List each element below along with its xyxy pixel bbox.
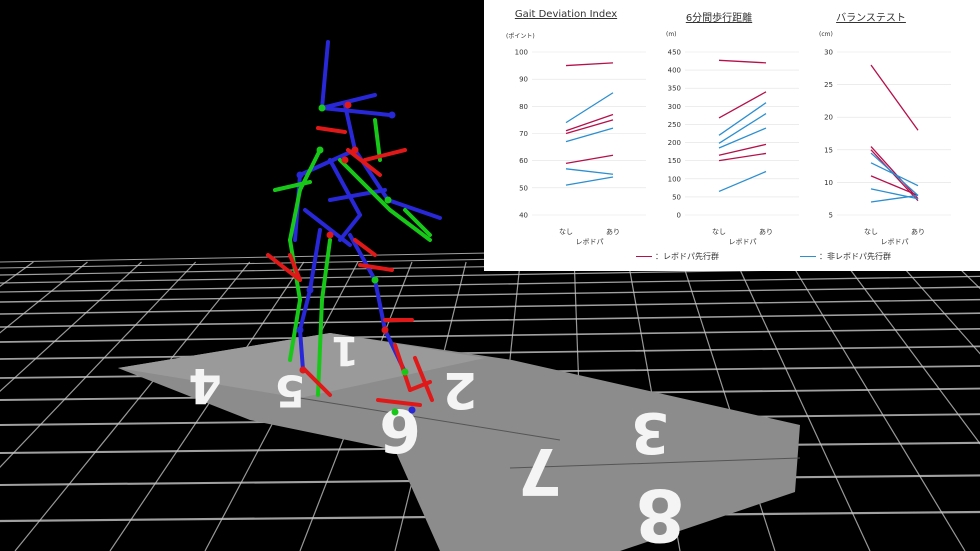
y-tick-label: 80	[519, 103, 528, 111]
skeleton-joint	[381, 326, 389, 334]
y-tick-label: 50	[672, 193, 681, 201]
y-tick-label: 25	[824, 81, 833, 89]
legend-non-levodopa-first: ：非レボドパ先行群	[800, 251, 891, 262]
x-axis-label: レボドパ	[576, 238, 604, 246]
series-line-levodopa-first	[565, 154, 614, 165]
mat-number: 8	[635, 473, 685, 551]
skeleton-joint	[296, 171, 304, 179]
skeleton-joint	[351, 146, 359, 154]
series-line-non-levodopa-first	[870, 194, 919, 203]
series-line-non-levodopa-first	[718, 170, 767, 193]
y-tick-label: 300	[668, 103, 681, 111]
x-tick-label: あり	[759, 228, 773, 236]
y-tick-label: 50	[519, 184, 528, 192]
skeleton-joint	[388, 111, 396, 119]
mat-number: 3	[631, 400, 670, 465]
y-tick-label: 200	[668, 139, 681, 147]
mat-number: 4	[188, 357, 221, 413]
y-tick-label: 10	[824, 179, 833, 187]
mat-number: 2	[443, 361, 478, 419]
skeleton-joint	[391, 408, 399, 416]
series-line-levodopa-first	[718, 91, 767, 119]
skeleton-joint	[401, 368, 409, 376]
y-tick-label: 90	[519, 76, 528, 84]
skeleton-joint	[341, 156, 349, 164]
skeleton-joint	[344, 101, 352, 109]
chart-1: 0 50 100 150 200 250 300 350 400 450 なし ありレボドパ	[668, 49, 799, 246]
x-tick-label: なし	[712, 228, 726, 236]
series-line-non-levodopa-first	[565, 176, 614, 186]
series-line-levodopa-first	[565, 113, 614, 132]
legend-label: ：レボドパ先行群	[655, 252, 719, 261]
series-line-levodopa-first	[718, 152, 767, 162]
legend-levodopa-first: ：レボドパ先行群	[636, 251, 719, 262]
series-line-levodopa-first	[718, 59, 767, 64]
y-tick-label: 60	[519, 157, 528, 165]
y-tick-label: 450	[668, 49, 681, 57]
series-line-non-levodopa-first	[718, 113, 767, 144]
y-tick-label: 5	[829, 212, 833, 220]
y-tick-label: 15	[824, 146, 833, 154]
legend-swatch-red	[636, 255, 652, 258]
y-tick-label: 20	[824, 114, 833, 122]
legend-swatch-blue	[800, 255, 816, 258]
y-tick-label: 0	[677, 212, 681, 220]
skeleton-joint	[306, 286, 314, 294]
x-tick-label: なし	[559, 228, 573, 236]
chart-2: 5 10 15 20 25 30 なし ありレボドパ	[824, 49, 951, 246]
mat-number: 7	[518, 433, 563, 507]
skeleton-joint	[408, 406, 416, 414]
skeleton-joint	[299, 366, 307, 374]
series-line-levodopa-first	[718, 143, 767, 156]
skeleton-joint	[371, 276, 379, 284]
y-tick-label: 30	[824, 49, 833, 57]
charts-svg: 405060708090100なし ありレボドパ05010015020025030…	[515, 49, 951, 246]
skeleton-joint	[316, 146, 324, 154]
series-line-non-levodopa-first	[565, 127, 614, 143]
skeleton-joint	[326, 231, 334, 239]
x-tick-label: なし	[864, 228, 878, 236]
series-line-levodopa-first	[870, 175, 919, 197]
x-tick-label: あり	[911, 228, 925, 236]
skeleton-joint	[318, 104, 326, 112]
chart-panel: Gait Deviation Index 6分間歩行距離 バランステスト (ポイ…	[484, 0, 980, 271]
series-line-non-levodopa-first	[565, 168, 614, 175]
legend-label: ：非レボドパ先行群	[819, 252, 891, 261]
mat-number: 1	[331, 327, 359, 373]
series-line-non-levodopa-first	[565, 92, 614, 124]
series-line-levodopa-first	[565, 62, 614, 67]
chart-0: 40 50 60 70 80 90 100 なし ありレボドパ	[515, 49, 646, 246]
skeleton-joint	[296, 326, 304, 334]
y-tick-label: 350	[668, 85, 681, 93]
x-tick-label: あり	[606, 228, 620, 236]
x-axis-label: レボドパ	[881, 238, 909, 246]
y-tick-label: 400	[668, 67, 681, 75]
y-tick-label: 100	[668, 175, 681, 183]
y-tick-label: 70	[519, 130, 528, 138]
y-tick-label: 150	[668, 157, 681, 165]
series-line-levodopa-first	[870, 64, 919, 131]
x-axis-label: レボドパ	[729, 238, 757, 246]
y-tick-label: 100	[515, 49, 528, 57]
y-tick-label: 40	[519, 212, 528, 220]
skeleton-joint	[384, 196, 392, 204]
y-tick-label: 250	[668, 121, 681, 129]
